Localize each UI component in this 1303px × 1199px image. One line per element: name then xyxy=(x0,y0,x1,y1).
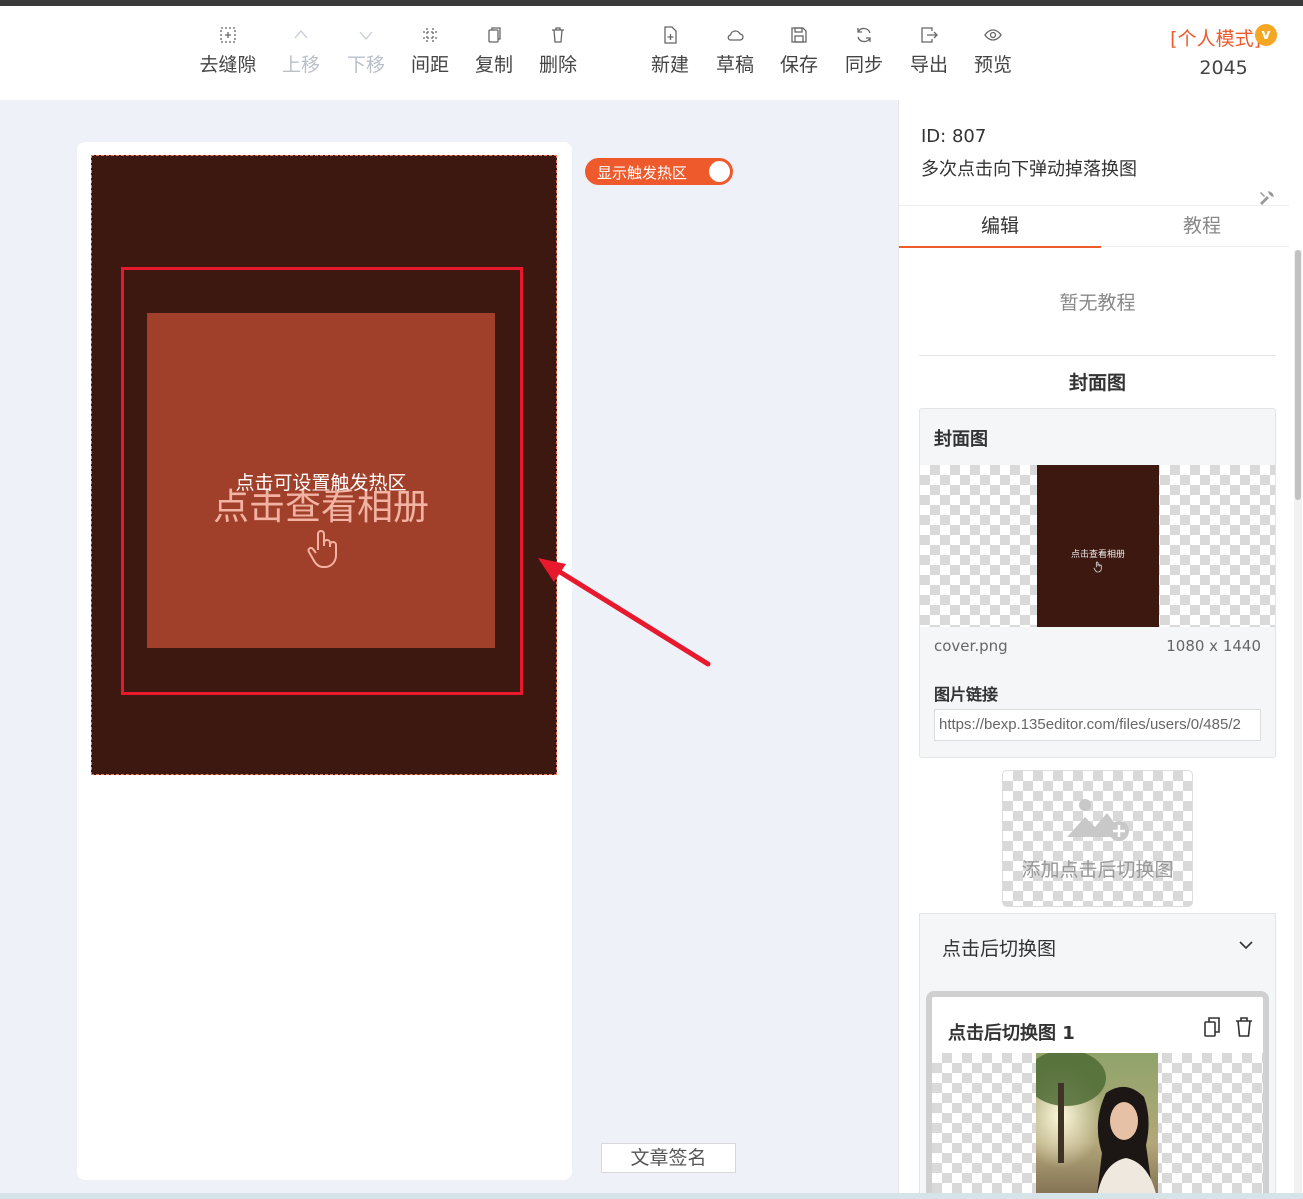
move-down-button[interactable]: 下移 xyxy=(334,26,398,77)
portrait-photo xyxy=(1036,1053,1158,1199)
add-swap-image-button[interactable]: 添加点击后切换图 xyxy=(1002,770,1193,907)
draft-button[interactable]: 草稿 xyxy=(703,26,767,77)
new-button[interactable]: 新建 xyxy=(638,26,702,77)
cover-thumbnail[interactable]: 点击查看相册 xyxy=(1037,465,1159,627)
divider xyxy=(919,355,1276,356)
hand-pointer-icon xyxy=(1093,561,1102,573)
cover-dimensions: 1080 x 1440 xyxy=(1166,637,1261,655)
export-icon xyxy=(897,26,961,48)
tab-edit[interactable]: 编辑 xyxy=(899,206,1101,248)
remove-gap-button[interactable]: 去缝隙 xyxy=(196,26,260,77)
cover-panel: 封面图 点击查看相册 cover.png 1080 x 1440 图片链接 ht… xyxy=(919,408,1276,758)
add-image-icon xyxy=(1067,799,1129,841)
section-title: 封面图 xyxy=(1068,372,1126,394)
chevron-down-icon xyxy=(334,26,398,48)
image-link-input[interactable]: https://bexp.135editor.com/files/users/0… xyxy=(934,709,1261,741)
spacing-icon xyxy=(398,26,462,48)
template-title: 多次点击向下弹动掉落换图 xyxy=(921,159,1137,180)
cover-panel-title: 封面图 xyxy=(934,429,988,450)
copy-icon xyxy=(462,26,526,48)
spacing-button[interactable]: 间距 xyxy=(398,26,462,77)
swap-images-panel: 点击后切换图 点击后切换图 1 xyxy=(919,913,1276,1199)
export-button[interactable]: 导出 xyxy=(897,26,961,77)
copy-icon[interactable] xyxy=(1201,1016,1223,1038)
add-swap-label: 添加点击后切换图 xyxy=(1021,859,1174,881)
sync-button[interactable]: 同步 xyxy=(832,26,896,77)
sidebar-tabs: 编辑 教程 xyxy=(899,205,1289,248)
sync-icon xyxy=(832,26,896,48)
swap-image-photo[interactable] xyxy=(1036,1053,1158,1199)
swap-image-card: 点击后切换图 1 xyxy=(926,991,1269,1199)
eye-icon xyxy=(961,26,1025,48)
vip-badge: v xyxy=(1255,24,1277,46)
template-id: ID: 807 xyxy=(921,126,987,147)
remove-gap-icon xyxy=(196,26,260,48)
trash-icon[interactable] xyxy=(1233,1016,1255,1038)
no-tutorial-text: 暂无教程 xyxy=(1059,292,1136,314)
chevron-up-icon xyxy=(269,26,333,48)
swap-panel-title: 点击后切换图 xyxy=(942,938,1057,960)
cloud-icon xyxy=(703,26,767,48)
move-up-button[interactable]: 上移 xyxy=(269,26,333,77)
delete-button[interactable]: 删除 xyxy=(526,26,590,77)
mode-label: [个人模式] xyxy=(1170,28,1261,50)
mode-count: 2045 xyxy=(1199,57,1248,79)
hotspot-toggle[interactable]: 显示触发热区 xyxy=(585,158,733,185)
cover-thumb-text: 点击查看相册 xyxy=(1070,550,1125,560)
cover-filename: cover.png xyxy=(934,637,1008,655)
tab-tutorial[interactable]: 教程 xyxy=(1101,206,1303,248)
toggle-knob xyxy=(709,161,730,182)
scrollbar-thumb[interactable] xyxy=(1295,250,1301,500)
bottom-edge xyxy=(0,1193,1303,1199)
copy-button[interactable]: 复制 xyxy=(462,26,526,77)
preview-button[interactable]: 预览 xyxy=(961,26,1025,77)
chevron-down-icon[interactable] xyxy=(1237,936,1255,954)
signature-button[interactable]: 文章签名 xyxy=(601,1143,736,1173)
editor-sidebar: ID: 807 多次点击向下弹动掉落换图 编辑 教程 暂无教程 封面图 封面图 … xyxy=(898,100,1303,1199)
toolbar: 去缝隙 上移 下移 间距 复制 删除 新建 草稿 保存 同步 导出 预览 [个人… xyxy=(0,6,1303,100)
hotspot-toggle-label: 显示触发热区 xyxy=(597,164,688,182)
annotation-arrow xyxy=(538,558,711,667)
swap-card-title: 点击后切换图 1 xyxy=(948,1023,1075,1044)
save-icon xyxy=(767,26,831,48)
new-file-icon xyxy=(638,26,702,48)
image-link-label: 图片链接 xyxy=(934,685,999,704)
trash-icon xyxy=(526,26,590,48)
save-button[interactable]: 保存 xyxy=(767,26,831,77)
mode-indicator[interactable]: [个人模式]v 2045 xyxy=(1170,24,1277,79)
hotspot-hint: 点击可设置触发热区 xyxy=(235,472,407,494)
